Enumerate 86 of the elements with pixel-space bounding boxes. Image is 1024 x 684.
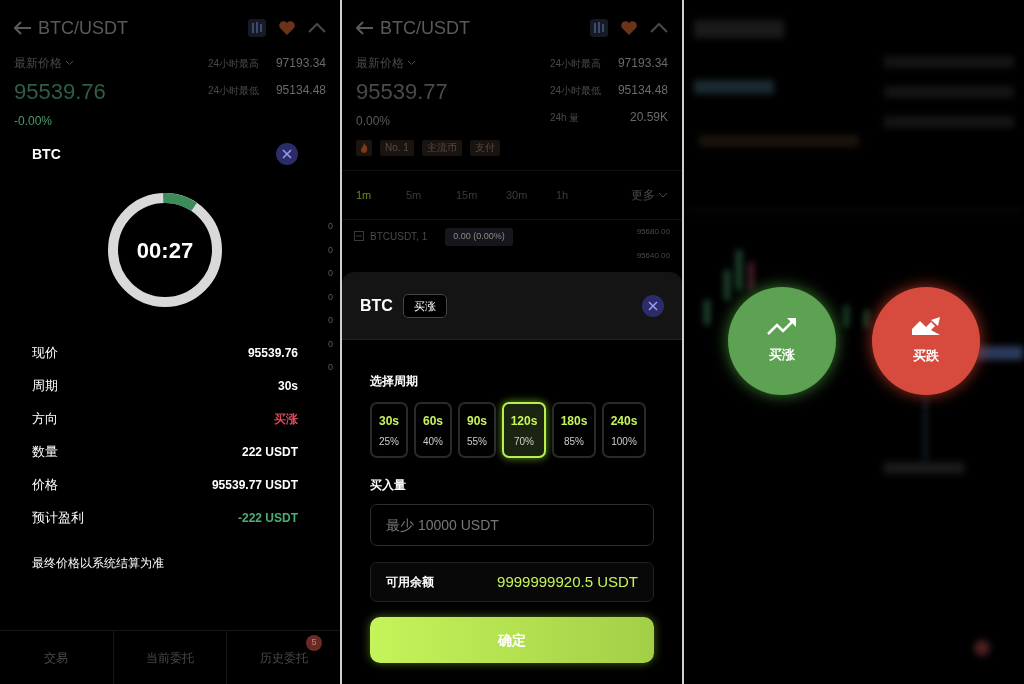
period-option[interactable]: 120s 70%: [502, 402, 546, 458]
stat-label: 24小时最高: [550, 56, 602, 71]
balance-label: 可用余额: [386, 574, 434, 591]
detail-label: 周期: [32, 376, 58, 395]
axis-label: 0: [328, 243, 333, 257]
stat-value: 95134.48: [275, 82, 326, 99]
nav-tab[interactable]: 历史委托: [259, 648, 308, 667]
chevron-down-icon[interactable]: [65, 60, 74, 66]
confirm-button[interactable]: 确定: [370, 617, 654, 663]
period-option[interactable]: 30s 25%: [370, 402, 408, 458]
detail-value: 30s: [277, 377, 298, 395]
chevron-down-icon[interactable]: [658, 192, 668, 198]
axis-label: 0: [328, 220, 333, 233]
period-option[interactable]: 180s 85%: [552, 402, 596, 458]
collapse-icon[interactable]: [354, 231, 364, 241]
close-icon[interactable]: [276, 143, 298, 165]
axis-label: 0: [328, 314, 333, 327]
stat-value: 20.59K: [629, 109, 668, 126]
heart-icon[interactable]: [278, 20, 296, 36]
chevron-up-icon[interactable]: [308, 23, 326, 33]
candlestick-icon[interactable]: [248, 19, 266, 37]
chevron-up-icon[interactable]: [650, 23, 668, 33]
price-change: 0.00%: [356, 113, 392, 130]
detail-label: 数量: [32, 442, 58, 461]
price-label[interactable]: 最新价格: [14, 54, 62, 72]
detail-value: 222 USDT: [241, 443, 298, 461]
stat-label: 24h 量: [550, 110, 580, 125]
stat-value: 97193.34: [617, 55, 668, 72]
flame-icon: [356, 140, 372, 156]
price-label[interactable]: 最新价格: [356, 54, 404, 72]
section-label: 买入量: [370, 477, 407, 494]
detail-label: 现价: [32, 343, 58, 362]
axis-label: 95640.00: [636, 250, 670, 262]
stat-label: 24小时最高: [208, 56, 260, 71]
detail-value: -222 USDT: [237, 509, 298, 527]
chart-change: 0.00 (0.00%): [445, 228, 513, 246]
sheet-title: BTC: [360, 295, 393, 316]
back-arrow-icon[interactable]: [14, 21, 32, 35]
last-price: 95539.76: [14, 78, 107, 106]
more-dropdown[interactable]: 更多: [631, 186, 655, 204]
chart-symbol[interactable]: BTCUSDT, 1: [370, 229, 428, 244]
nav-tab[interactable]: 交易: [44, 648, 69, 667]
candlestick-icon[interactable]: [590, 19, 608, 37]
dialog-title: BTC: [32, 144, 61, 164]
axis-label: 95680.00: [636, 226, 670, 238]
settlement-note: 最终价格以系统结算为准: [32, 555, 165, 572]
detail-label: 预计盈利: [32, 508, 84, 527]
nav-tab[interactable]: 当前委托: [146, 648, 194, 667]
detail-value: 买涨: [274, 410, 298, 428]
interval-tab[interactable]: 15m: [456, 186, 506, 204]
detail-label: 方向: [32, 409, 58, 428]
stat-label: 24小时最低: [208, 83, 260, 98]
balance-value: 9999999920.5 USDT: [497, 571, 638, 592]
price-change: -0.00%: [14, 113, 54, 130]
stat-value: 95134.48: [617, 82, 668, 99]
interval-tab[interactable]: 1m: [356, 186, 406, 204]
trend-up-icon: [767, 317, 797, 336]
chevron-down-icon[interactable]: [407, 60, 416, 66]
axis-label: 0: [328, 290, 333, 304]
tag: No. 1: [380, 140, 414, 156]
pair-title: BTC/USDT: [380, 16, 470, 40]
last-price: 95539.77: [356, 78, 449, 106]
count-badge: 5: [306, 635, 322, 651]
heart-icon[interactable]: [620, 20, 638, 36]
buy-up-button[interactable]: 买涨: [728, 287, 836, 395]
stat-value: 97193.34: [275, 55, 326, 72]
detail-label: 价格: [32, 475, 58, 494]
period-option[interactable]: 240s 100%: [602, 402, 646, 458]
axis-label: 0: [328, 337, 333, 351]
detail-value: 95539.76: [247, 344, 298, 362]
stat-label: 24小时最低: [550, 83, 602, 98]
amount-input[interactable]: 最少 10000 USDT: [370, 504, 654, 546]
countdown-time: 00:27: [135, 236, 195, 265]
chart-down-icon: [911, 316, 941, 337]
axis-label: 0: [328, 361, 333, 374]
period-option[interactable]: 90s 55%: [458, 402, 496, 458]
period-option[interactable]: 60s 40%: [414, 402, 452, 458]
direction-tag: 买涨: [402, 293, 447, 318]
axis-label: 0: [328, 267, 333, 280]
buy-down-button[interactable]: 买跌: [872, 287, 980, 395]
detail-value: 95539.77 USDT: [211, 476, 298, 494]
back-arrow-icon[interactable]: [356, 21, 374, 35]
pair-title: BTC/USDT: [38, 16, 128, 40]
interval-tab[interactable]: 30m: [506, 186, 556, 204]
section-label: 选择周期: [370, 373, 419, 390]
close-icon[interactable]: [642, 294, 664, 317]
